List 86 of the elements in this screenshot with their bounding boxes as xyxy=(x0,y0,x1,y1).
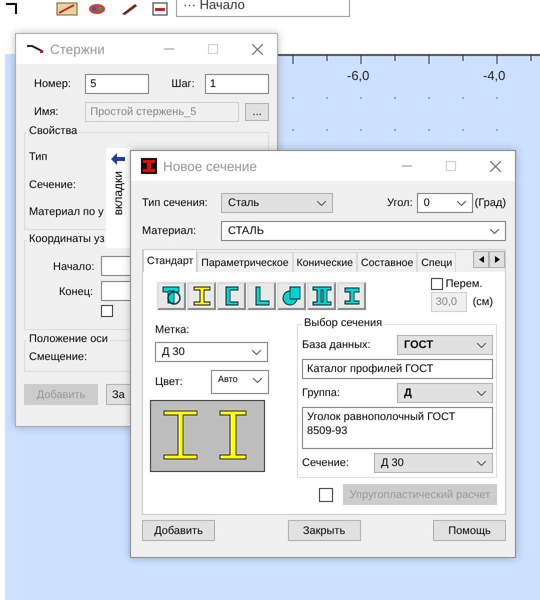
palette-icon[interactable] xyxy=(88,2,106,16)
database-dropdown[interactable]: ГОСТ xyxy=(397,335,493,355)
pipe-icon xyxy=(280,285,302,307)
checkbox[interactable] xyxy=(101,305,113,317)
end-label: Конец: xyxy=(59,286,94,298)
shape-button[interactable] xyxy=(247,282,276,310)
node-icon[interactable] xyxy=(152,2,168,16)
scroll-right-button[interactable] xyxy=(489,251,505,268)
section-type-dropdown[interactable]: Сталь xyxy=(221,193,333,213)
ruler-label: -4,0 xyxy=(483,68,506,83)
section-label: Сечение: xyxy=(29,179,76,191)
i-beam-icon xyxy=(141,158,157,174)
dialog-button[interactable]: Закрыть xyxy=(288,520,360,541)
type-label: Тип xyxy=(29,151,48,163)
left-arrow-icon xyxy=(111,153,125,165)
tab[interactable]: Стандарт xyxy=(143,250,198,272)
corner-icon[interactable] xyxy=(4,2,18,16)
group-title: Положение оси xyxy=(27,333,110,345)
step-label: Шаг: xyxy=(171,78,196,90)
group-dropdown[interactable]: Д xyxy=(397,383,493,403)
group-label: Группа: xyxy=(302,387,341,399)
number-label: Номер: xyxy=(33,78,72,90)
variable-label: Перем. xyxy=(446,278,482,290)
tooltip-text: вкладки xyxy=(111,171,125,216)
mark-label: Метка: xyxy=(155,324,190,336)
dialog-button[interactable]: Помощь xyxy=(433,520,506,541)
description-field[interactable]: Уголок равнополочный ГОСТ 8509-93 xyxy=(302,407,493,449)
step-field[interactable]: 1 xyxy=(204,74,269,94)
section-type-label: Тип сечения: xyxy=(142,197,209,209)
group-title: Выбор сечения xyxy=(302,317,384,329)
shape-button[interactable] xyxy=(277,282,306,310)
chevron-icon xyxy=(477,391,486,396)
double-channel-icon xyxy=(310,285,332,307)
start-label: Начало: xyxy=(53,261,94,273)
chevron-icon xyxy=(252,350,261,355)
window-title: Стержни xyxy=(50,42,105,56)
group-title: Свойства xyxy=(27,125,80,137)
chevron-icon xyxy=(253,378,262,383)
chevron-icon xyxy=(490,229,499,234)
material-dropdown[interactable]: СТАЛЬ xyxy=(221,221,506,241)
offset-label: Смещение: xyxy=(29,351,88,363)
start-dropdown[interactable]: ··· Начало xyxy=(176,0,350,17)
catalog-field[interactable]: Каталог профилей ГОСТ xyxy=(302,359,493,379)
material-label: Материал по у xyxy=(29,206,104,218)
scroll-left-button[interactable] xyxy=(473,251,489,268)
tab[interactable]: Составное xyxy=(357,252,418,272)
shape-button[interactable] xyxy=(187,282,216,310)
i-beam-icon xyxy=(190,285,212,307)
group-title: Координаты уз xyxy=(27,233,107,245)
color-label: Цвет: xyxy=(155,376,184,388)
material-label: Материал: xyxy=(142,225,198,237)
unit-label: (см) xyxy=(472,296,493,308)
section-label: Сечение: xyxy=(302,457,350,469)
shape-button[interactable] xyxy=(337,282,366,310)
browse-button[interactable]: ... xyxy=(245,103,269,121)
chevron-icon xyxy=(317,201,326,206)
angle-unit: (Град) xyxy=(474,197,506,209)
angle-label: Угол: xyxy=(387,197,413,209)
mark-dropdown[interactable]: Д 30 xyxy=(155,342,268,362)
shape-button[interactable] xyxy=(217,282,246,310)
dialog-button[interactable]: Добавить xyxy=(142,520,215,541)
number-field[interactable]: 5 xyxy=(85,74,150,94)
window-title: Новое сечение xyxy=(163,158,257,174)
tab[interactable]: Конические xyxy=(292,252,358,272)
checkbox[interactable] xyxy=(430,278,443,290)
bar-icon xyxy=(26,44,44,54)
left-triangle-icon xyxy=(478,256,484,263)
shape-button[interactable] xyxy=(157,282,186,310)
angle-dropdown[interactable]: 0 xyxy=(416,193,473,213)
composite-section-icon xyxy=(160,285,182,307)
ruler-label: -6,0 xyxy=(347,68,370,83)
tab[interactable]: Параметрическое xyxy=(197,252,293,272)
chevron-icon xyxy=(477,343,486,348)
close-icon[interactable] xyxy=(252,44,263,54)
shape-button[interactable] xyxy=(307,282,336,310)
right-triangle-icon xyxy=(494,256,500,263)
brush-icon[interactable] xyxy=(120,2,138,16)
close-icon[interactable] xyxy=(490,160,501,172)
database-label: База данных: xyxy=(302,339,372,351)
chevron-icon xyxy=(477,461,486,466)
ruler-icon[interactable] xyxy=(56,2,78,16)
color-dropdown[interactable]: Авто xyxy=(211,370,269,394)
chevron-icon xyxy=(456,201,466,206)
tab[interactable]: Специ xyxy=(417,252,456,272)
section-dropdown[interactable]: Д 30 xyxy=(374,453,493,473)
name-label: Имя: xyxy=(33,106,60,118)
